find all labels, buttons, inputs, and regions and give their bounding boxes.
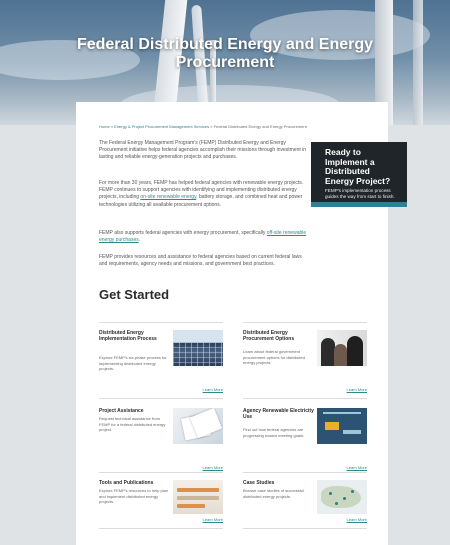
intro-text: FEMP also supports federal agencies with… — [99, 230, 267, 236]
tile-description: Learn about federal government procureme… — [243, 349, 305, 366]
tile-title: Tools and Publications — [99, 480, 154, 486]
learn-more-link[interactable]: Learn More — [203, 387, 223, 392]
divider — [243, 528, 367, 529]
breadcrumb: Home » Energy & Project Procurement Mana… — [99, 124, 329, 129]
tile-title: Distributed Energy Procurement Options — [243, 330, 295, 342]
tile-description: Browse case studies of successful distri… — [243, 488, 304, 499]
tile-distributed-energy-procurement[interactable]: Distributed Energy Procurement Options L… — [243, 330, 367, 392]
tile-distributed-energy-implementation[interactable]: Distributed Energy Implementation Proces… — [99, 330, 223, 392]
breadcrumb-separator: » — [110, 124, 114, 129]
tile-title: Case Studies — [243, 480, 275, 486]
page: Federal Distributed Energy and Energy Pr… — [0, 0, 450, 545]
tile-case-studies[interactable]: Case Studies Browse case studies of succ… — [243, 480, 367, 522]
breadcrumb-current: Federal Distributed Energy and Energy Pr… — [213, 124, 307, 129]
tools-image — [173, 480, 223, 514]
divider — [99, 528, 223, 529]
divider — [243, 472, 367, 473]
tile-title: Agency Renewable Electricity Use — [243, 408, 314, 420]
callout-accent — [311, 202, 407, 207]
learn-more-link[interactable]: Learn More — [203, 465, 223, 470]
divider — [99, 398, 223, 399]
learn-more-link[interactable]: Learn More — [347, 517, 367, 522]
tile-project-assistance[interactable]: Project Assistance Request technical ass… — [99, 408, 223, 470]
breadcrumb-parent[interactable]: Energy & Project Procurement Management … — [114, 124, 209, 129]
callout-title: Ready to Implement a Distributed Energy … — [325, 147, 391, 186]
divider — [99, 472, 223, 473]
tile-title: Project Assistance — [99, 408, 144, 414]
divider — [243, 398, 367, 399]
tile-description: Explore FEMP's resources to help plan an… — [99, 488, 169, 505]
intro-paragraph-4: FEMP provides resources and assistance t… — [99, 254, 302, 268]
map-image — [317, 480, 367, 514]
tile-description: Find out how federal agencies are progre… — [243, 427, 305, 438]
learn-more-link[interactable]: Learn More — [203, 517, 223, 522]
left-margin — [0, 125, 76, 545]
tile-title: Distributed Energy Implementation Proces… — [99, 330, 157, 342]
intro-text: . — [138, 237, 141, 244]
tile-agency-renewable-electricity[interactable]: Agency Renewable Electricity Use Find ou… — [243, 408, 367, 470]
documents-image — [173, 408, 223, 444]
breadcrumb-home[interactable]: Home — [99, 124, 110, 129]
divider — [99, 322, 223, 323]
intro-paragraph-1: The Federal Energy Management Program's … — [99, 140, 307, 161]
learn-more-link[interactable]: Learn More — [347, 465, 367, 470]
learn-more-link[interactable]: Learn More — [347, 387, 367, 392]
section-heading: Get Started — [99, 287, 170, 302]
people-meeting-image — [317, 330, 367, 366]
divider — [243, 322, 367, 323]
callout-subtitle: FEMP's implementation process guides the… — [325, 188, 395, 199]
breadcrumb-separator: » — [210, 124, 213, 129]
renewable-chart-image — [317, 408, 367, 444]
on-site-renewable-link[interactable]: on-site renewable energy — [140, 194, 196, 200]
tile-description: Request technical assistance from FEMP f… — [99, 416, 166, 433]
tile-description: Explore FEMP's six-phase process for imp… — [99, 355, 167, 372]
intro-paragraph-3: FEMP also supports federal agencies with… — [99, 230, 309, 244]
solar-panels-image — [173, 330, 223, 366]
page-title: Federal Distributed Energy and Energy Pr… — [76, 36, 374, 71]
tile-tools-and-publications[interactable]: Tools and Publications Explore FEMP's re… — [99, 480, 223, 522]
intro-paragraph-2: For more than 30 years, FEMP has helped … — [99, 180, 309, 209]
callout-box[interactable]: Ready to Implement a Distributed Energy … — [311, 142, 407, 202]
